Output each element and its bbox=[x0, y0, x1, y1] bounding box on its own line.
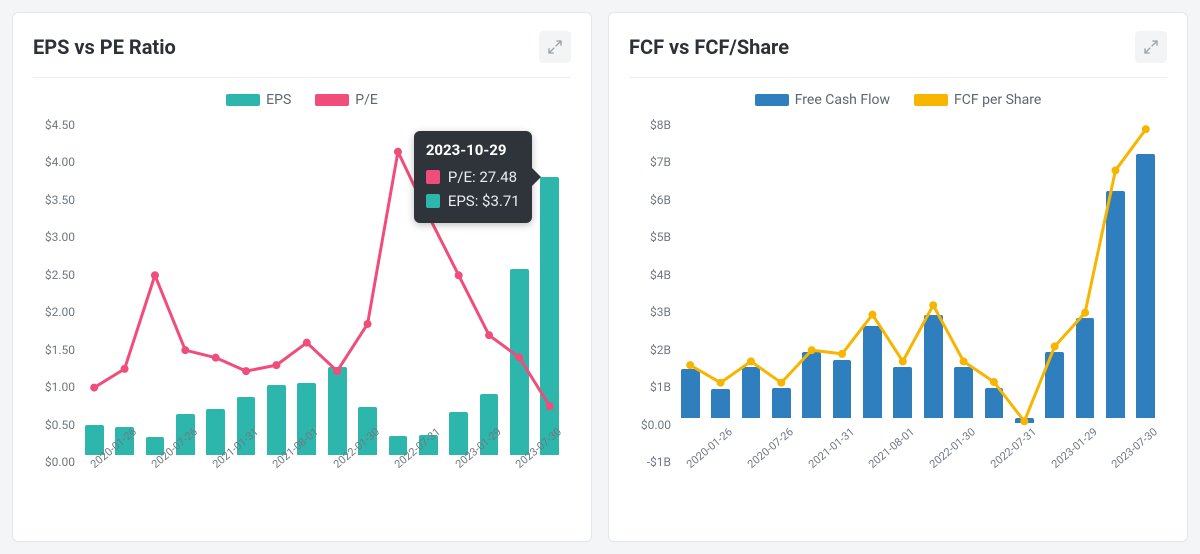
y-tick-label: $7B bbox=[650, 155, 671, 169]
y-tick-label: $0.00 bbox=[45, 455, 75, 469]
y-tick-label: $3B bbox=[650, 305, 671, 319]
y-tick-label: $3.50 bbox=[45, 193, 75, 207]
y-axis: -$1B$0.00$1B$2B$3B$4B$5B$6B$7B$8B bbox=[629, 118, 673, 455]
legend-swatch bbox=[226, 94, 260, 106]
card-title: FCF vs FCF/Share bbox=[629, 35, 789, 59]
chart-legend: EPS P/E bbox=[33, 92, 571, 108]
chart-area[interactable]: -$1B $0.00 $1B $2B $3B $4B $5B $6B $7B $8B 2020-0… bbox=[629, 112, 1167, 527]
legend-label: FCF per Share bbox=[954, 92, 1041, 108]
card-eps-pe: EPS vs PE Ratio EPS P/E $0.00$0.50$1.00$… bbox=[12, 12, 592, 542]
y-axis: $0.00$0.50$1.00$1.50$2.00$2.50$3.00$3.50… bbox=[33, 118, 77, 455]
y-tick-label: $1B bbox=[650, 380, 671, 394]
y-tick-label: $0.50 bbox=[45, 418, 75, 432]
y-tick-label: $6B bbox=[650, 193, 671, 207]
line-series bbox=[79, 118, 565, 455]
x-axis: 2020-01-262020-07-262021-01-312021-08-01… bbox=[675, 457, 1161, 527]
y-tick-label: $1.00 bbox=[45, 380, 75, 394]
y-tick-label: $5B bbox=[650, 230, 671, 244]
legend-label: P/E bbox=[355, 92, 378, 108]
legend-item-fcfps[interactable]: FCF per Share bbox=[914, 92, 1041, 108]
y-tick-label: $4B bbox=[650, 268, 671, 282]
legend-swatch bbox=[315, 94, 349, 106]
y-tick-label: $2B bbox=[650, 343, 671, 357]
y-tick-label: $8B bbox=[650, 118, 671, 132]
card-header: FCF vs FCF/Share bbox=[629, 31, 1167, 78]
expand-icon bbox=[1143, 39, 1159, 55]
card-fcf: FCF vs FCF/Share Free Cash Flow FCF per … bbox=[608, 12, 1188, 542]
legend-swatch bbox=[755, 94, 789, 106]
legend-item-fcf[interactable]: Free Cash Flow bbox=[755, 92, 890, 108]
y-tick-label: -$1B bbox=[647, 455, 671, 469]
card-header: EPS vs PE Ratio bbox=[33, 31, 571, 78]
y-tick-label: $2.00 bbox=[45, 305, 75, 319]
y-tick-label: $4.50 bbox=[45, 118, 75, 132]
y-tick-label: $4.00 bbox=[45, 155, 75, 169]
y-tick-label: $0.00 bbox=[641, 418, 671, 432]
y-tick-label: $1.50 bbox=[45, 343, 75, 357]
card-title: EPS vs PE Ratio bbox=[33, 35, 176, 59]
legend-swatch bbox=[914, 94, 948, 106]
y-tick-label: $2.50 bbox=[45, 268, 75, 282]
chart-legend: Free Cash Flow FCF per Share bbox=[629, 92, 1167, 108]
legend-item-eps[interactable]: EPS bbox=[226, 92, 291, 108]
expand-button[interactable] bbox=[1135, 31, 1167, 63]
legend-label: EPS bbox=[266, 92, 291, 108]
y-tick-label: $3.00 bbox=[45, 230, 75, 244]
plot-area bbox=[675, 118, 1161, 455]
x-axis: 2020-01-262020-07-262021-01-312021-08-01… bbox=[79, 457, 565, 527]
legend-item-pe[interactable]: P/E bbox=[315, 92, 378, 108]
legend-label: Free Cash Flow bbox=[795, 92, 890, 108]
plot-area bbox=[79, 118, 565, 455]
expand-icon bbox=[547, 39, 563, 55]
line-series bbox=[675, 118, 1161, 455]
chart-area[interactable]: $0.00 $0.50 $1.00 $1.50 $2.00 $2.50 $3.00 $3.50… bbox=[33, 112, 571, 527]
expand-button[interactable] bbox=[539, 31, 571, 63]
